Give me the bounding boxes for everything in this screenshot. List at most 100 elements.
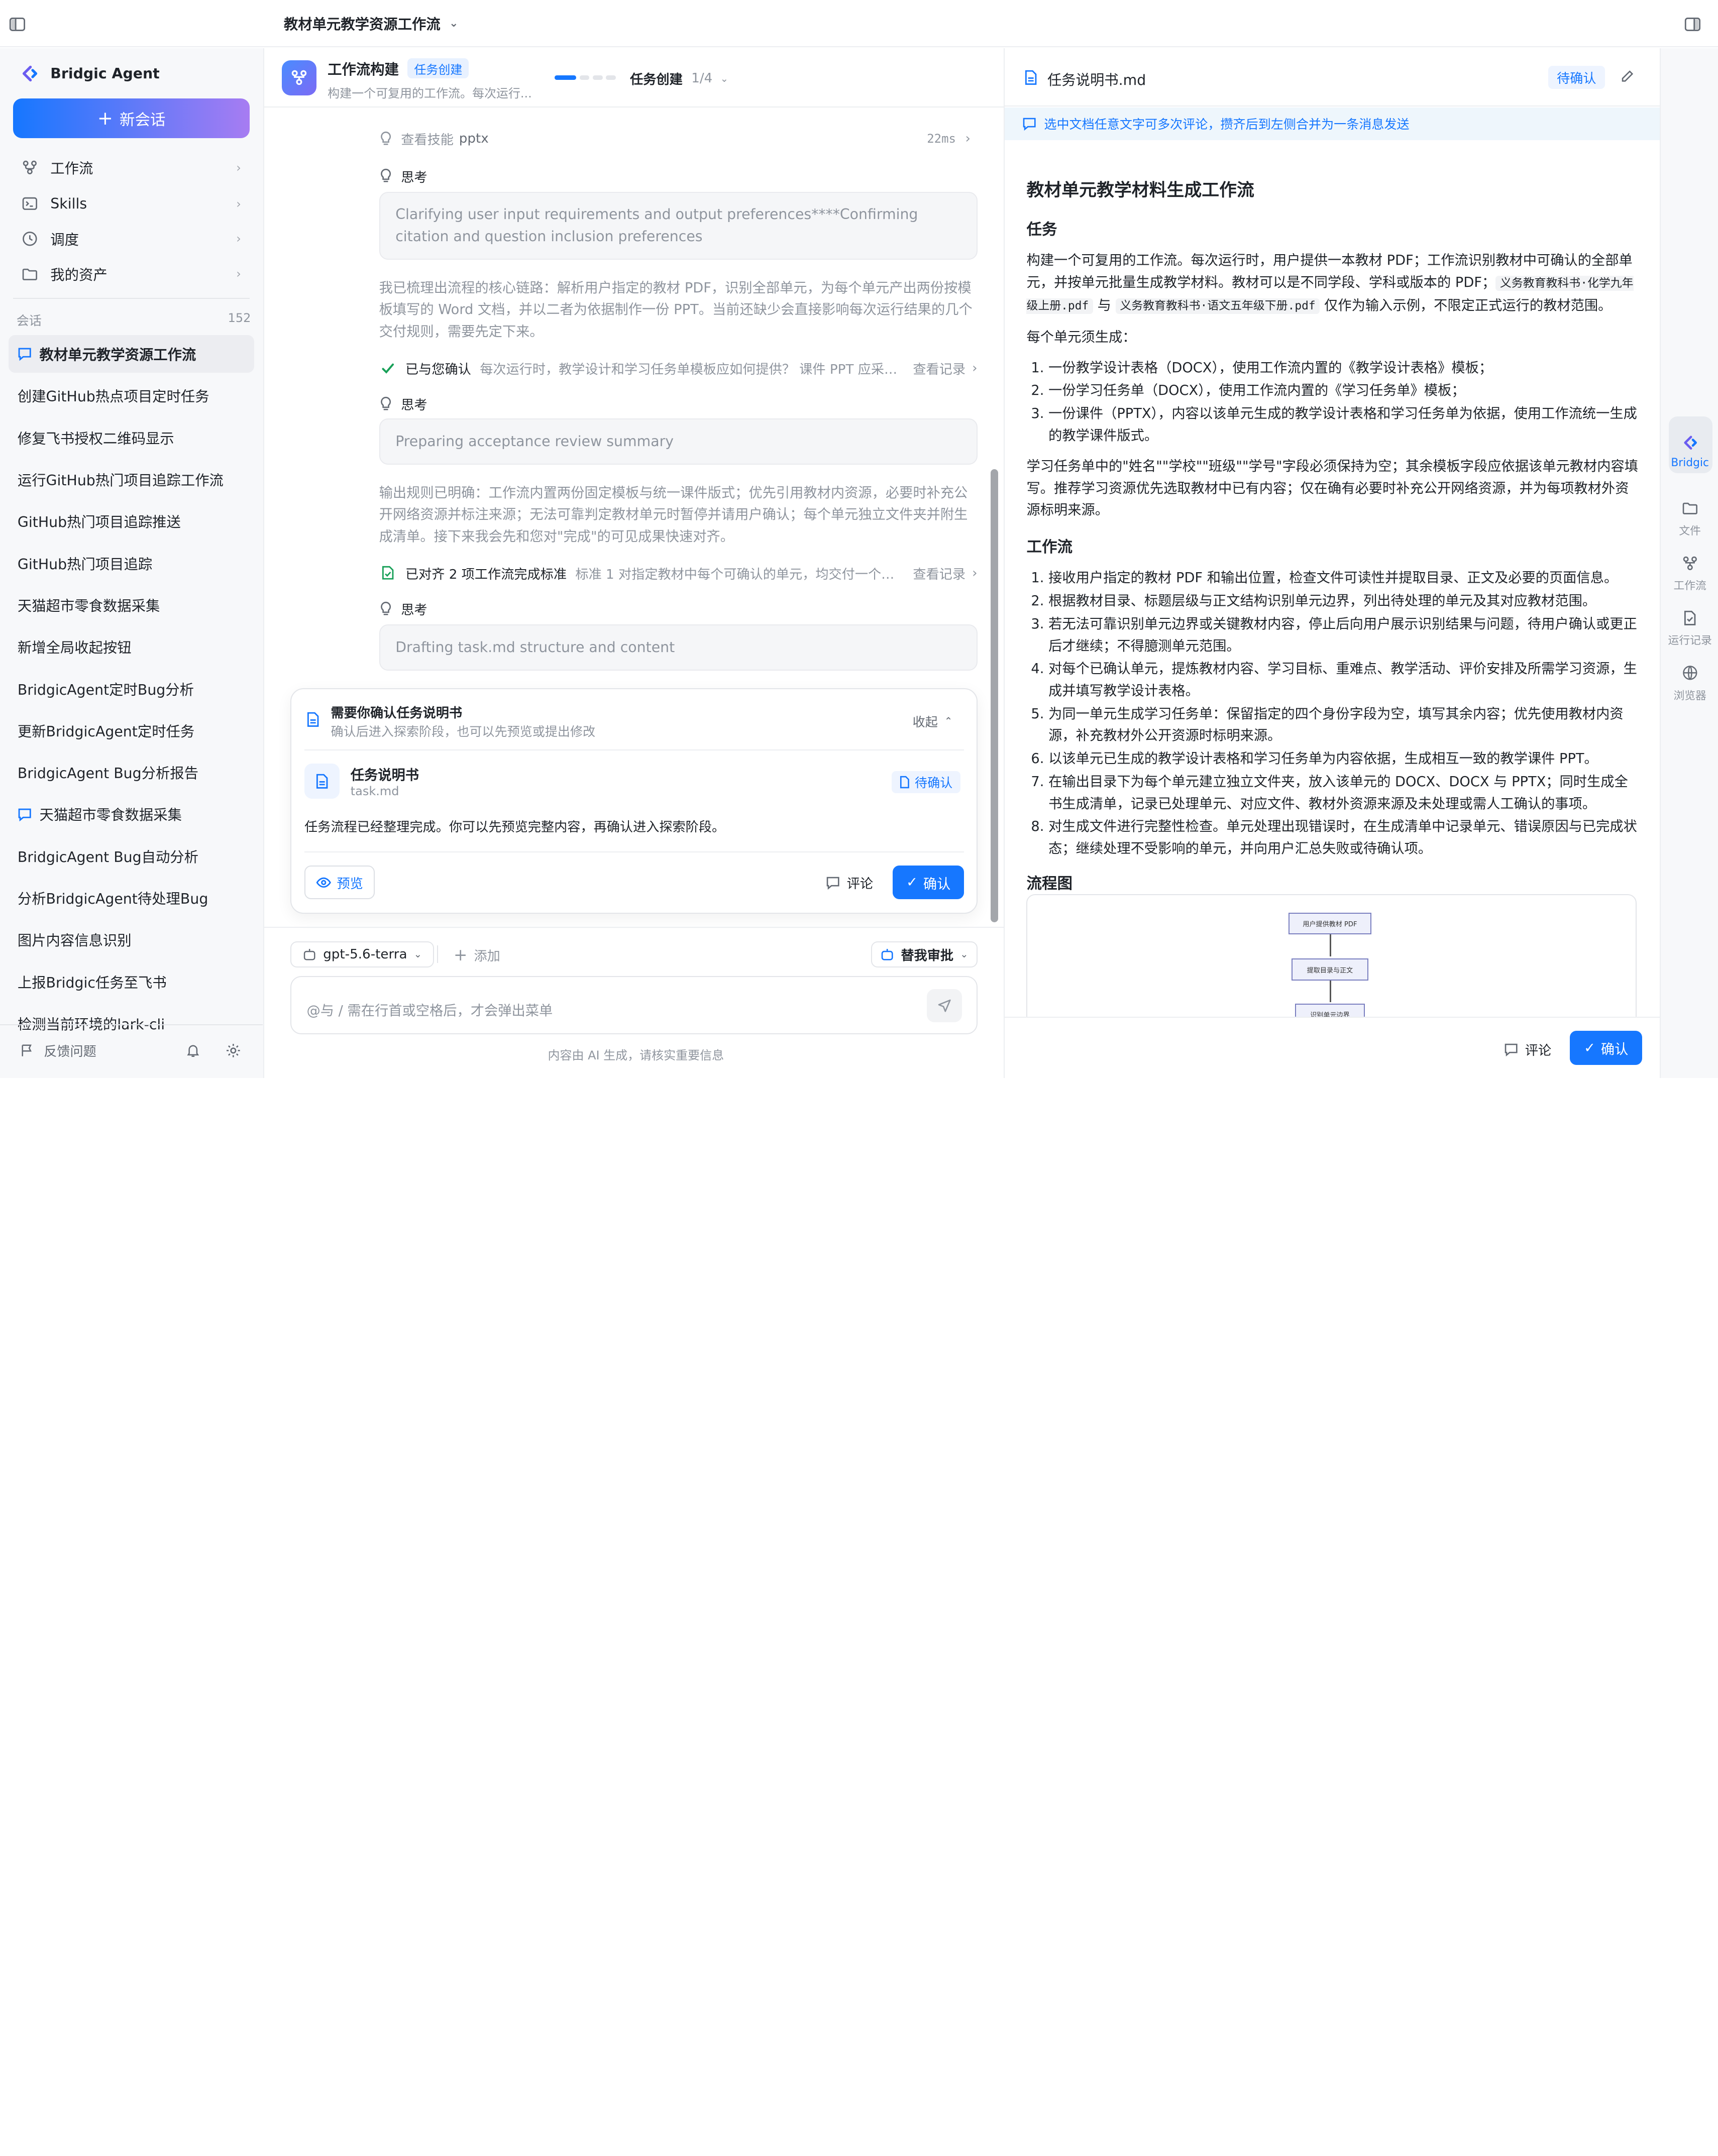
rail-records-label: 运行记录 (1668, 634, 1712, 648)
rail-records[interactable]: 运行记录 (1661, 607, 1718, 648)
confirm-button[interactable]: ✓ 确认 (893, 865, 964, 900)
doc-comment-button[interactable]: 评论 (1504, 1040, 1551, 1059)
stage-badge: 任务创建 (407, 58, 469, 78)
comment-button[interactable]: 评论 (826, 873, 873, 892)
session-item[interactable]: BridgicAgent定时Bug分析 (9, 670, 254, 707)
rail-bridgic-label: Bridgic (1671, 457, 1709, 470)
session-label: GitHub热门项目追踪 (17, 556, 153, 573)
add-attachment-button[interactable]: + 添加 (454, 945, 500, 964)
session-item[interactable]: 修复飞书授权二维码显示 (9, 419, 254, 456)
chevron-right-icon: › (236, 196, 241, 211)
brand-name: Bridgic Agent (50, 65, 160, 82)
rail-files[interactable]: 文件 (1661, 497, 1718, 538)
right-panel-toggle-icon[interactable] (1683, 14, 1702, 34)
progress-segment (592, 75, 603, 80)
nav-skills[interactable]: Skills › (13, 188, 254, 219)
rail-browser[interactable]: 浏览器 (1661, 662, 1718, 702)
nav-assets[interactable]: 我的资产 › (13, 259, 254, 289)
doc-section-workflow: 工作流 (1026, 538, 1073, 557)
think-step-3: 思考 (379, 599, 427, 618)
doc-confirm-button[interactable]: ✓ 确认 (1570, 1031, 1643, 1065)
workflow-icon (1682, 552, 1698, 574)
session-item[interactable]: BridgicAgent Bug分析报告 (9, 754, 254, 791)
file-name: task.md (350, 784, 399, 799)
session-label: 运行GitHub热门项目追踪工作流 (17, 472, 224, 489)
comment-icon (1022, 117, 1036, 131)
session-item[interactable]: 上报Bridgic任务至飞书 (9, 963, 254, 1000)
flow-arrow (1330, 934, 1331, 956)
session-item[interactable]: 图片内容信息识别 (9, 921, 254, 958)
divider (304, 749, 964, 750)
nav-workflow[interactable]: 工作流 › (13, 152, 254, 183)
doc-task-sub: 每个单元须生成： (1026, 329, 1136, 345)
session-item[interactable]: 新增全局收起按钮 (9, 628, 254, 666)
session-item[interactable]: 分析BridgicAgent待处理Bug (9, 880, 254, 917)
nav-schedule[interactable]: 调度 › (13, 224, 254, 254)
rail-bridgic[interactable]: Bridgic (1661, 432, 1718, 469)
session-item[interactable]: 天猫超市零食数据采集 (9, 586, 254, 623)
record-confirmed[interactable]: 已与您确认 每次运行时，教学设计和学习任务单模板应如何提供？ 课件 PPT 应采… (379, 356, 978, 380)
view-record-link[interactable]: 查看记录 (913, 359, 965, 378)
settings-gear-icon[interactable] (225, 1042, 242, 1059)
session-item[interactable]: 检测当前环境的lark-cli (9, 1005, 254, 1042)
auto-approve-selector[interactable]: 替我审批 ⌄ (871, 941, 978, 967)
send-button[interactable] (927, 989, 962, 1022)
rail-workflow[interactable]: 工作流 (1661, 552, 1718, 593)
robot-icon (880, 947, 894, 961)
session-item[interactable]: 更新BridgicAgent定时任务 (9, 712, 254, 749)
chevron-right-icon: › (236, 232, 241, 246)
session-item[interactable]: 天猫超市零食数据采集 (9, 796, 254, 833)
doc-confirm-label: 确认 (1600, 1042, 1629, 1058)
workspace-title[interactable]: 教材单元教学资源工作流 ⌄ (284, 13, 458, 34)
session-item[interactable]: BridgicAgent Bug自动分析 (9, 837, 254, 875)
preview-label: 预览 (337, 876, 363, 892)
chevron-right-icon: › (972, 360, 978, 376)
divider (1004, 1017, 1660, 1018)
clock-icon (20, 229, 39, 249)
feedback-button[interactable]: 反馈问题 (20, 1041, 96, 1060)
doc-section-chart: 流程图 (1026, 875, 1073, 893)
doc-comment-label: 评论 (1525, 1043, 1552, 1058)
new-chat-button[interactable]: + 新会话 (13, 98, 250, 138)
edit-pencil-icon[interactable] (1618, 68, 1636, 85)
session-item[interactable]: 教材单元教学资源工作流 (9, 335, 254, 373)
assistant-paragraph-2: 输出规则已明确：工作流内置两份固定模板与统一课件版式；优先引用教材内资源，必要时… (379, 485, 968, 545)
confirm-card: 需要你确认任务说明书 确认后进入探索阶段，也可以先预览或提出修改 收起 ⌃ 任务… (290, 688, 978, 914)
model-selector[interactable]: gpt-5.6-terra ⌄ (290, 941, 434, 967)
skill-step[interactable]: 查看技能 pptx 22ms › (379, 129, 978, 148)
session-item[interactable]: 创建GitHub热点项目定时任务 (9, 377, 254, 414)
nav-schedule-label: 调度 (50, 231, 79, 248)
record-standards[interactable]: 已对齐 2 项工作流完成标准 标准 1 对指定教材中每个可确认的单元，均交付一个… (379, 561, 978, 585)
divider (264, 927, 1004, 928)
record-title: 已与您确认 (405, 362, 471, 377)
session-item[interactable]: GitHub热门项目追踪 (9, 545, 254, 582)
record-icon (1683, 607, 1697, 629)
message-input[interactable]: @与 / 需在行首或空格后，才会弹出菜单 (307, 999, 553, 1019)
terminal-icon (20, 194, 39, 213)
doc-list-item: 一份课件（PPTX），内容以该单元生成的教学设计表格和学习任务单为依据，使用工作… (1048, 403, 1640, 447)
collapse-button[interactable]: 收起 ⌃ (913, 712, 953, 730)
think-box-1: Clarifying user input requirements and o… (379, 191, 978, 260)
session-item[interactable]: 运行GitHub热门项目追踪工作流 (9, 461, 254, 498)
collapse-label: 收起 (912, 714, 938, 729)
record-desc: 标准 1 对指定教材中每个可确认的单元，均交付一个独立文件... (575, 567, 904, 582)
file-title[interactable]: 任务说明书 (351, 764, 419, 784)
sidebar-toggle-icon[interactable] (8, 14, 27, 34)
chat-bubble-icon (18, 347, 32, 361)
new-chat-label: 新会话 (120, 111, 166, 129)
bell-icon[interactable] (184, 1042, 201, 1059)
doc-list-item: 若无法可靠识别单元边界或关键教材内容，停止后向用户展示识别结果与问题，待用户确认… (1048, 613, 1640, 657)
top-bar: 教材单元教学资源工作流 ⌄ (0, 0, 1718, 47)
message-input-box[interactable]: @与 / 需在行首或空格后，才会弹出菜单 (290, 976, 978, 1034)
think-label: 思考 (401, 170, 427, 185)
view-record-link[interactable]: 查看记录 (913, 564, 965, 583)
chat-scrollbar[interactable] (990, 469, 998, 923)
session-item[interactable]: GitHub热门项目追踪推送 (9, 503, 254, 540)
preview-button[interactable]: 预览 (304, 865, 375, 900)
stage-selector[interactable]: 任务创建 1/4 ⌄ (630, 69, 728, 88)
think-step-2: 思考 (379, 394, 427, 413)
stage-progress (554, 75, 620, 80)
session-label: 天猫超市零食数据采集 (39, 807, 182, 824)
stage-name: 任务创建 (630, 72, 683, 88)
session-label: BridgicAgent Bug分析报告 (17, 765, 198, 782)
